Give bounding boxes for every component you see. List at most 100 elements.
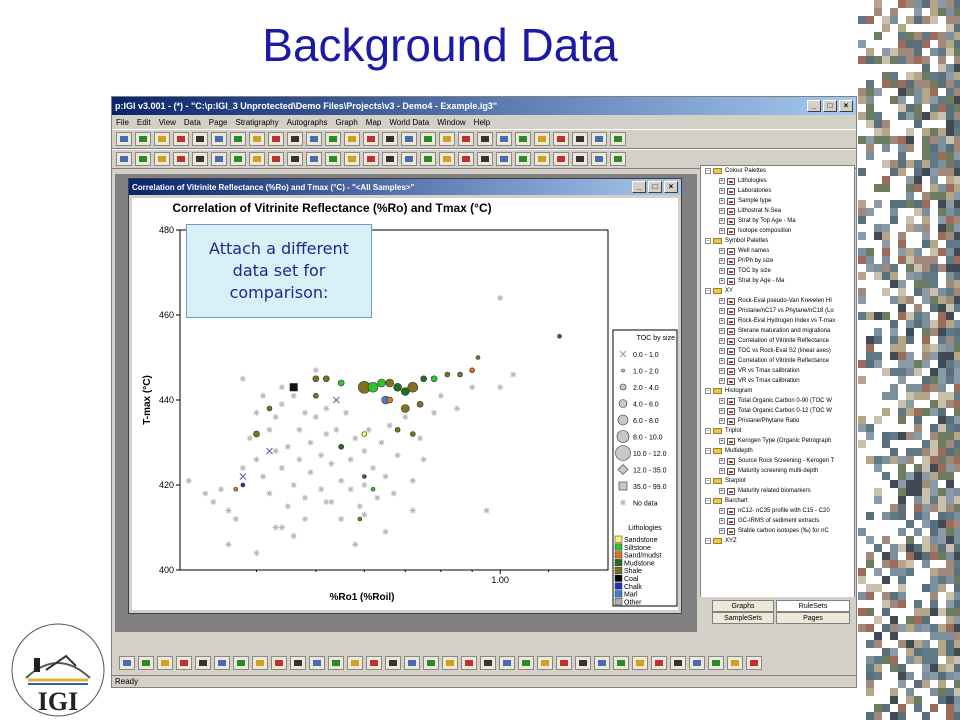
expand-toggle-icon[interactable]: + — [719, 398, 725, 404]
graph-tool-icon[interactable] — [572, 152, 588, 166]
main-tool-icon[interactable] — [458, 132, 474, 146]
tree-folder[interactable]: − Symbol Palettes — [701, 236, 854, 246]
menu-item-edit[interactable]: Edit — [137, 118, 151, 127]
maximize-button[interactable]: □ — [823, 100, 837, 112]
draw-tool-icon[interactable] — [632, 656, 648, 670]
expand-toggle-icon[interactable]: + — [719, 528, 725, 534]
expand-toggle-icon[interactable]: + — [719, 218, 725, 224]
tree-item[interactable]: + Well names — [701, 246, 854, 256]
main-tool-icon[interactable] — [230, 132, 246, 146]
graph-tool-icon[interactable] — [344, 152, 360, 166]
expand-toggle-icon[interactable]: − — [705, 288, 711, 294]
expand-toggle-icon[interactable]: + — [719, 318, 725, 324]
expand-toggle-icon[interactable]: + — [719, 208, 725, 214]
draw-tool-icon[interactable] — [537, 656, 553, 670]
tree-item[interactable]: + Sterane maturation and migrationa — [701, 326, 854, 336]
tree-folder[interactable]: − Starplot — [701, 476, 854, 486]
expand-toggle-icon[interactable]: − — [705, 388, 711, 394]
draw-tool-icon[interactable] — [442, 656, 458, 670]
draw-tool-icon[interactable] — [480, 656, 496, 670]
draw-tool-icon[interactable] — [594, 656, 610, 670]
menu-item-map[interactable]: Map — [366, 118, 382, 127]
expand-toggle-icon[interactable]: + — [719, 518, 725, 524]
expand-toggle-icon[interactable]: + — [719, 178, 725, 184]
graph-tool-icon[interactable] — [553, 152, 569, 166]
tree-folder[interactable]: − Histogram — [701, 386, 854, 396]
expand-toggle-icon[interactable]: + — [719, 508, 725, 514]
expand-toggle-icon[interactable]: + — [719, 278, 725, 284]
tree-item[interactable]: + TOC vs Rock-Eval S2 (linear axes) — [701, 346, 854, 356]
graph-tool-icon[interactable] — [306, 152, 322, 166]
tree-item[interactable]: + nC12- nC35 profile with C15 - C20 — [701, 506, 854, 516]
draw-tool-icon[interactable] — [689, 656, 705, 670]
expand-toggle-icon[interactable]: + — [719, 228, 725, 234]
main-tool-icon[interactable] — [249, 132, 265, 146]
tree-item[interactable]: + Correlation of Vitrinite Reflectance — [701, 336, 854, 346]
tree-item[interactable]: + Pristane/nC17 vs Phytane/nC18 (Lo — [701, 306, 854, 316]
draw-tool-icon[interactable] — [575, 656, 591, 670]
main-tool-icon[interactable] — [591, 132, 607, 146]
expand-toggle-icon[interactable]: + — [719, 198, 725, 204]
expand-toggle-icon[interactable]: + — [719, 258, 725, 264]
draw-tool-icon[interactable] — [157, 656, 173, 670]
main-tool-icon[interactable] — [572, 132, 588, 146]
tree-item[interactable]: + Rock-Eval pseudo-Van Krevelen HI — [701, 296, 854, 306]
draw-tool-icon[interactable] — [252, 656, 268, 670]
graph-tool-icon[interactable] — [496, 152, 512, 166]
graph-tool-icon[interactable] — [591, 152, 607, 166]
main-tool-icon[interactable] — [496, 132, 512, 146]
graph-tool-icon[interactable] — [230, 152, 246, 166]
main-tool-icon[interactable] — [420, 132, 436, 146]
main-tool-icon[interactable] — [135, 132, 151, 146]
main-tool-icon[interactable] — [192, 132, 208, 146]
expand-toggle-icon[interactable]: + — [719, 468, 725, 474]
draw-tool-icon[interactable] — [328, 656, 344, 670]
graph-tool-icon[interactable] — [515, 152, 531, 166]
tree-item[interactable]: + Pristane/Phytane Ratio — [701, 416, 854, 426]
draw-tool-icon[interactable] — [746, 656, 762, 670]
draw-tool-icon[interactable] — [670, 656, 686, 670]
tree-item[interactable]: + Rock-Eval Hydrogen Index vs T-max — [701, 316, 854, 326]
draw-tool-icon[interactable] — [195, 656, 211, 670]
draw-tool-icon[interactable] — [404, 656, 420, 670]
expand-toggle-icon[interactable]: + — [719, 358, 725, 364]
close-button[interactable]: × — [839, 100, 853, 112]
tree-item[interactable]: + Strat by Age - Ma — [701, 276, 854, 286]
chart-maximize-button[interactable]: □ — [648, 181, 662, 193]
expand-toggle-icon[interactable]: − — [705, 498, 711, 504]
graph-tool-icon[interactable] — [382, 152, 398, 166]
tree-item[interactable]: + Kerogen Type (Organic Petrograph — [701, 436, 854, 446]
graph-tool-icon[interactable] — [154, 152, 170, 166]
draw-tool-icon[interactable] — [347, 656, 363, 670]
draw-tool-icon[interactable] — [119, 656, 135, 670]
main-tool-icon[interactable] — [287, 132, 303, 146]
menu-item-data[interactable]: Data — [184, 118, 201, 127]
expand-toggle-icon[interactable]: + — [719, 458, 725, 464]
draw-tool-icon[interactable] — [727, 656, 743, 670]
menu-item-window[interactable]: Window — [437, 118, 465, 127]
graph-tool-icon[interactable] — [135, 152, 151, 166]
draw-tool-icon[interactable] — [214, 656, 230, 670]
graph-tool-icon[interactable] — [439, 152, 455, 166]
draw-tool-icon[interactable] — [423, 656, 439, 670]
draw-tool-icon[interactable] — [518, 656, 534, 670]
graph-tool-icon[interactable] — [116, 152, 132, 166]
draw-tool-icon[interactable] — [309, 656, 325, 670]
expand-toggle-icon[interactable]: + — [719, 378, 725, 384]
tree-item[interactable]: + Maturity related biomarkers — [701, 486, 854, 496]
main-tool-icon[interactable] — [610, 132, 626, 146]
chart-window-titlebar[interactable]: Correlation of Vitrinite Reflectance (%R… — [129, 179, 681, 195]
draw-tool-icon[interactable] — [271, 656, 287, 670]
tree-item[interactable]: + VR vs Tmax calibration — [701, 376, 854, 386]
graph-tool-icon[interactable] — [610, 152, 626, 166]
graph-tool-icon[interactable] — [173, 152, 189, 166]
main-tool-icon[interactable] — [344, 132, 360, 146]
expand-toggle-icon[interactable]: − — [705, 538, 711, 544]
graph-tool-icon[interactable] — [363, 152, 379, 166]
main-tool-icon[interactable] — [306, 132, 322, 146]
tree-item[interactable]: + Source Rock Screening - Kerogen T — [701, 456, 854, 466]
main-tool-icon[interactable] — [325, 132, 341, 146]
draw-tool-icon[interactable] — [556, 656, 572, 670]
expand-toggle-icon[interactable]: + — [719, 268, 725, 274]
tree-item[interactable]: + VR vs Tmax calibration — [701, 366, 854, 376]
